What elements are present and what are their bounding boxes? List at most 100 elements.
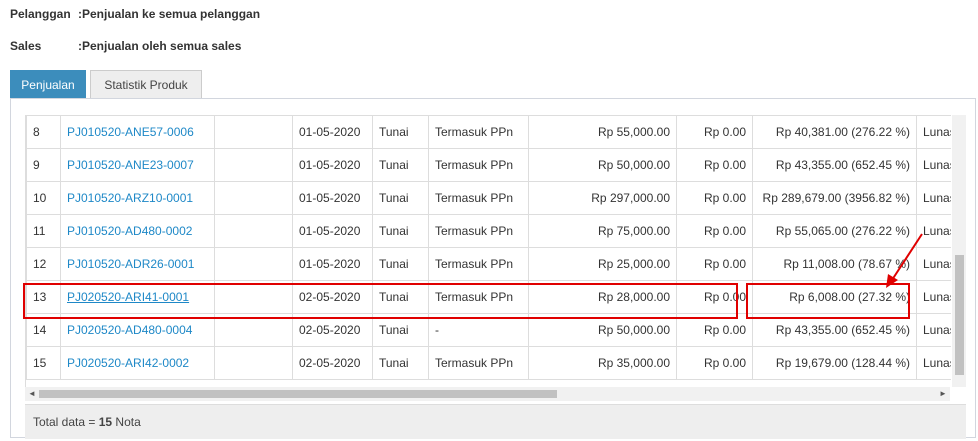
cell-tax: Termasuk PPn bbox=[428, 181, 529, 215]
cell-invoice-code[interactable]: PJ010520-AD480-0002 bbox=[60, 214, 215, 248]
cell-total: Rp 55,000.00 bbox=[528, 115, 677, 149]
cell-profit: Rp 43,355.00 (652.45 %) bbox=[752, 313, 917, 347]
cell-status: Lunas bbox=[916, 280, 951, 314]
table-row[interactable]: 11 PJ010520-AD480-0002 01-05-2020 Tunai … bbox=[26, 214, 951, 248]
cell-profit: Rp 40,381.00 (276.22 %) bbox=[752, 115, 917, 149]
cell-total: Rp 25,000.00 bbox=[528, 247, 677, 281]
cell-date: 02-05-2020 bbox=[292, 346, 373, 380]
cell-empty bbox=[214, 115, 293, 149]
vertical-scroll-thumb[interactable] bbox=[955, 255, 964, 375]
total-data-count: 15 bbox=[98, 415, 113, 429]
invoice-link[interactable]: PJ010520-ANE23-0007 bbox=[67, 158, 194, 172]
cell-no: 9 bbox=[26, 148, 61, 182]
scroll-right-icon[interactable]: ► bbox=[936, 387, 950, 401]
cell-method: Tunai bbox=[372, 148, 429, 182]
cell-tax: Termasuk PPn bbox=[428, 346, 529, 380]
invoice-link[interactable]: PJ020520-ARI41-0001 bbox=[67, 290, 189, 304]
cell-profit: Rp 43,355.00 (652.45 %) bbox=[752, 148, 917, 182]
table-row[interactable]: 10 PJ010520-ARZ10-0001 01-05-2020 Tunai … bbox=[26, 181, 951, 215]
cell-method: Tunai bbox=[372, 247, 429, 281]
cell-status: Lunas bbox=[916, 181, 951, 215]
cell-tax: Termasuk PPn bbox=[428, 214, 529, 248]
cell-empty bbox=[214, 214, 293, 248]
cell-discount: Rp 0.00 bbox=[676, 115, 753, 149]
cell-empty bbox=[214, 148, 293, 182]
cell-method: Tunai bbox=[372, 214, 429, 248]
invoice-link[interactable]: PJ020520-ARI42-0002 bbox=[67, 356, 189, 370]
cell-discount: Rp 0.00 bbox=[676, 148, 753, 182]
cell-invoice-code[interactable]: PJ010520-ARZ10-0001 bbox=[60, 181, 215, 215]
cell-discount: Rp 0.00 bbox=[676, 214, 753, 248]
cell-profit: Rp 55,065.00 (276.22 %) bbox=[752, 214, 917, 248]
cell-no: 11 bbox=[26, 214, 61, 248]
cell-invoice-code[interactable]: PJ020520-AD480-0004 bbox=[60, 313, 215, 347]
filter-pelanggan: Pelanggan :Penjualan ke semua pelanggan bbox=[0, 0, 978, 28]
total-data-label: Total data = bbox=[33, 415, 99, 429]
cell-method: Tunai bbox=[372, 313, 429, 347]
cell-no: 14 bbox=[26, 313, 61, 347]
cell-empty bbox=[214, 181, 293, 215]
cell-invoice-code[interactable]: PJ010520-ADR26-0001 bbox=[60, 247, 215, 281]
cell-empty bbox=[214, 313, 293, 347]
cell-discount: Rp 0.00 bbox=[676, 247, 753, 281]
invoice-link[interactable]: PJ010520-ANE57-0006 bbox=[67, 125, 194, 139]
cell-method: Tunai bbox=[372, 346, 429, 380]
cell-discount: Rp 0.00 bbox=[676, 280, 753, 314]
invoice-link[interactable]: PJ020520-AD480-0004 bbox=[67, 323, 192, 337]
table-row[interactable]: 9 PJ010520-ANE23-0007 01-05-2020 Tunai T… bbox=[26, 148, 951, 182]
tab-statistik-produk[interactable]: Statistik Produk bbox=[90, 70, 202, 98]
vertical-scrollbar[interactable] bbox=[952, 115, 966, 387]
cell-date: 02-05-2020 bbox=[292, 280, 373, 314]
table-row[interactable]: 14 PJ020520-AD480-0004 02-05-2020 Tunai … bbox=[26, 313, 951, 347]
cell-profit: Rp 11,008.00 (78.67 %) bbox=[752, 247, 917, 281]
cell-empty bbox=[214, 346, 293, 380]
sales-panel: 8 PJ010520-ANE57-0006 01-05-2020 Tunai T… bbox=[10, 98, 976, 439]
table-row[interactable]: 13 PJ020520-ARI41-0001 02-05-2020 Tunai … bbox=[26, 280, 951, 314]
total-data-text: Total data = 15 Nota bbox=[33, 415, 141, 429]
tab-penjualan[interactable]: Penjualan bbox=[10, 70, 86, 98]
cell-total: Rp 50,000.00 bbox=[528, 313, 677, 347]
cell-invoice-code[interactable]: PJ010520-ANE23-0007 bbox=[60, 148, 215, 182]
cell-invoice-code[interactable]: PJ020520-ARI42-0002 bbox=[60, 346, 215, 380]
cell-invoice-code[interactable]: PJ010520-ANE57-0006 bbox=[60, 115, 215, 149]
cell-tax: - bbox=[428, 313, 529, 347]
cell-profit: Rp 289,679.00 (3956.82 %) bbox=[752, 181, 917, 215]
cell-tax: Termasuk PPn bbox=[428, 247, 529, 281]
cell-no: 8 bbox=[26, 115, 61, 149]
cell-no: 10 bbox=[26, 181, 61, 215]
cell-discount: Rp 0.00 bbox=[676, 313, 753, 347]
total-data-unit: Nota bbox=[112, 415, 141, 429]
table-row[interactable]: 15 PJ020520-ARI42-0002 02-05-2020 Tunai … bbox=[26, 346, 951, 380]
cell-status: Lunas bbox=[916, 115, 951, 149]
invoice-link[interactable]: PJ010520-ARZ10-0001 bbox=[67, 191, 193, 205]
cell-no: 15 bbox=[26, 346, 61, 380]
horizontal-scroll-thumb[interactable] bbox=[39, 390, 557, 398]
invoice-link[interactable]: PJ010520-AD480-0002 bbox=[67, 224, 192, 238]
cell-tax: Termasuk PPn bbox=[428, 280, 529, 314]
cell-empty bbox=[214, 280, 293, 314]
cell-invoice-code[interactable]: PJ020520-ARI41-0001 bbox=[60, 280, 215, 314]
table-row[interactable]: 8 PJ010520-ANE57-0006 01-05-2020 Tunai T… bbox=[26, 115, 951, 149]
cell-status: Lunas bbox=[916, 346, 951, 380]
invoice-link[interactable]: PJ010520-ADR26-0001 bbox=[67, 257, 194, 271]
cell-total: Rp 75,000.00 bbox=[528, 214, 677, 248]
grid-footer: Total data = 15 Nota bbox=[25, 404, 966, 439]
cell-date: 01-05-2020 bbox=[292, 181, 373, 215]
sales-value: :Penjualan oleh semua sales bbox=[78, 39, 242, 53]
cell-discount: Rp 0.00 bbox=[676, 181, 753, 215]
cell-total: Rp 297,000.00 bbox=[528, 181, 677, 215]
horizontal-scrollbar[interactable]: ◄ ► bbox=[25, 387, 950, 401]
cell-method: Tunai bbox=[372, 181, 429, 215]
cell-status: Lunas bbox=[916, 214, 951, 248]
cell-method: Tunai bbox=[372, 280, 429, 314]
cell-profit: Rp 6,008.00 (27.32 %) bbox=[752, 280, 917, 314]
cell-tax: Termasuk PPn bbox=[428, 115, 529, 149]
sales-grid: 8 PJ010520-ANE57-0006 01-05-2020 Tunai T… bbox=[25, 115, 951, 387]
cell-status: Lunas bbox=[916, 313, 951, 347]
scroll-left-icon[interactable]: ◄ bbox=[25, 387, 39, 401]
cell-total: Rp 35,000.00 bbox=[528, 346, 677, 380]
cell-total: Rp 28,000.00 bbox=[528, 280, 677, 314]
table-row[interactable]: 12 PJ010520-ADR26-0001 01-05-2020 Tunai … bbox=[26, 247, 951, 281]
cell-total: Rp 50,000.00 bbox=[528, 148, 677, 182]
cell-tax: Termasuk PPn bbox=[428, 148, 529, 182]
